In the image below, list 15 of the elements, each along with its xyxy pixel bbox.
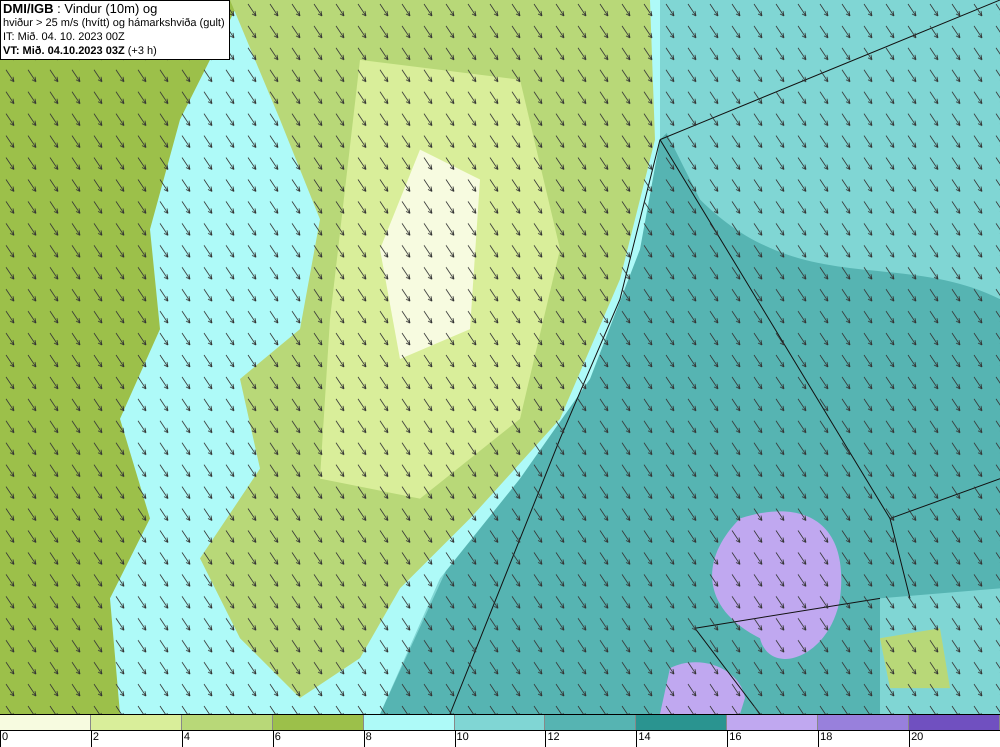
colorbar-tick-label: 18 (819, 731, 834, 744)
colorbar-tick-label: 2 (92, 731, 100, 744)
colorbar-tick-label: 16 (728, 731, 742, 744)
colorbar-tick-label: 6 (274, 731, 282, 744)
colorbar-tick-label: 12 (546, 731, 561, 744)
legend-text: DMI/IGB : Vindur (10m) og (3, 2, 158, 16)
colorbar-tick-label: 10 (456, 731, 470, 744)
legend-text: IT: Mið. 04. 10. 2023 00Z (3, 30, 126, 44)
colorbar-tick-label: 8 (364, 731, 373, 744)
colorbar-tick-label: 20 (910, 731, 924, 744)
legend-text: VT: Mið. 04.10.2023 03Z (+3 h) (3, 44, 158, 58)
colorbar-tick-label: 14 (637, 731, 652, 744)
colorbar-tick-label: 4 (182, 731, 191, 744)
colorbar-tick-label: 0 (1, 731, 10, 744)
legend-text: hviður > 25 m/s (hvítt) og hámarkshviða (gult) (3, 16, 226, 30)
